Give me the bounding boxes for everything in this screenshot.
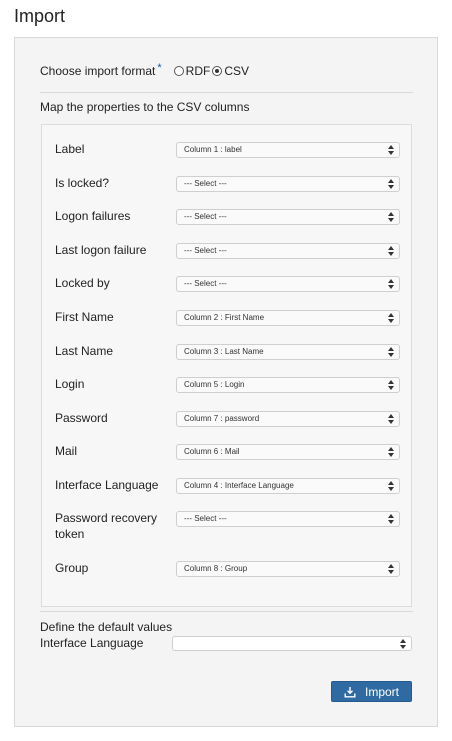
select-arrows-icon xyxy=(400,639,406,649)
column-select[interactable]: Column 8 : Group xyxy=(176,561,400,577)
select-arrows-icon xyxy=(388,564,394,574)
mapping-row-last-logon-failure: Last logon failure --- Select --- xyxy=(55,242,401,276)
select-value: --- Select --- xyxy=(184,179,227,188)
select-value: Column 2 : First Name xyxy=(184,313,265,322)
mapping-row-last-name: Last Name Column 3 : Last Name xyxy=(55,343,401,377)
select-value: --- Select --- xyxy=(184,514,227,523)
required-mark: * xyxy=(157,62,162,74)
column-select[interactable]: Column 5 : Login xyxy=(176,377,400,393)
select-value: --- Select --- xyxy=(184,212,227,221)
defaults-section-title: Define the default values xyxy=(40,620,173,634)
column-select[interactable]: Column 6 : Mail xyxy=(176,444,400,460)
column-select[interactable]: --- Select --- xyxy=(176,511,400,527)
mapping-row-login: Login Column 5 : Login xyxy=(55,376,401,410)
select-arrows-icon xyxy=(388,313,394,323)
property-label: Last logon failure xyxy=(55,243,147,257)
column-select[interactable]: Column 1 : label xyxy=(176,142,400,158)
rdf-radio[interactable] xyxy=(173,66,184,76)
column-select[interactable]: --- Select --- xyxy=(176,243,400,259)
property-label: First Name xyxy=(55,310,114,324)
property-label: Last Name xyxy=(55,344,114,358)
mapping-row-locked-by: Locked by --- Select --- xyxy=(55,275,401,309)
select-arrows-icon xyxy=(388,481,394,491)
select-value: Column 6 : Mail xyxy=(184,447,240,456)
import-button-label: Import xyxy=(364,684,399,699)
import-icon xyxy=(344,686,356,697)
page-title: Import xyxy=(14,6,66,26)
select-arrows-icon xyxy=(388,212,394,222)
column-select[interactable]: Column 2 : First Name xyxy=(176,310,400,326)
mapping-row-interface-language: Interface Language Column 4 : Interface … xyxy=(55,477,401,511)
select-arrows-icon xyxy=(388,279,394,289)
csv-radio[interactable] xyxy=(212,66,223,76)
mapping-row-first-name: First Name Column 2 : First Name xyxy=(55,309,401,343)
select-arrows-icon xyxy=(388,145,394,155)
default-interface-language-select[interactable] xyxy=(172,636,412,651)
column-select[interactable]: Column 7 : password xyxy=(176,411,400,427)
property-label: Logon failures xyxy=(55,209,131,223)
property-label: Locked by xyxy=(55,276,110,290)
default-interface-language-label: Interface Language xyxy=(40,636,144,650)
mapping-row-label: Label Column 1 : label xyxy=(55,141,401,175)
mapping-row-logon-failures: Logon failures --- Select --- xyxy=(55,208,401,242)
select-arrows-icon xyxy=(388,380,394,390)
select-arrows-icon xyxy=(388,414,394,424)
select-arrows-icon xyxy=(388,246,394,256)
property-label: Interface Language xyxy=(55,478,159,492)
column-select[interactable]: --- Select --- xyxy=(176,276,400,292)
property-label: Password xyxy=(55,411,108,425)
import-format-row: Choose import format * RDF CSV xyxy=(40,62,249,78)
select-value: Column 5 : Login xyxy=(184,380,245,389)
select-value: Column 3 : Last Name xyxy=(184,347,264,356)
divider xyxy=(40,92,413,93)
import-form-panel: Choose import format * RDF CSV Map the pr… xyxy=(14,37,438,727)
property-label: Password recovery token xyxy=(55,511,158,541)
mapping-row-password: Password Column 7 : password xyxy=(55,410,401,444)
column-select[interactable]: --- Select --- xyxy=(176,176,400,192)
column-select[interactable]: Column 3 : Last Name xyxy=(176,344,400,360)
mapping-row-mail: Mail Column 6 : Mail xyxy=(55,443,401,477)
import-format-label: Choose import format xyxy=(40,64,156,78)
select-value: --- Select --- xyxy=(184,279,227,288)
select-arrows-icon xyxy=(388,347,394,357)
property-label: Label xyxy=(55,142,85,156)
select-value: Column 4 : Interface Language xyxy=(184,481,294,490)
mapping-row-group: Group Column 8 : Group xyxy=(55,560,401,594)
rdf-radio-label: RDF xyxy=(185,64,211,78)
select-arrows-icon xyxy=(388,179,394,189)
select-value: Column 8 : Group xyxy=(184,564,248,573)
csv-radio-label: CSV xyxy=(224,64,250,78)
property-label: Mail xyxy=(55,444,78,458)
select-value: --- Select --- xyxy=(184,246,227,255)
property-label: Login xyxy=(55,377,85,391)
format-option-csv[interactable]: CSV xyxy=(212,64,249,78)
mapping-section-title: Map the properties to the CSV columns xyxy=(40,100,250,114)
column-select[interactable]: Column 4 : Interface Language xyxy=(176,478,400,494)
select-arrows-icon xyxy=(388,514,394,524)
import-button[interactable]: Import xyxy=(331,681,412,702)
format-option-rdf[interactable]: RDF xyxy=(173,64,211,78)
property-label: Group xyxy=(55,561,89,575)
column-select[interactable]: --- Select --- xyxy=(176,209,400,225)
property-label: Is locked? xyxy=(55,176,110,190)
divider xyxy=(40,611,413,612)
select-value: Column 1 : label xyxy=(184,145,242,154)
mapping-row-is-locked: Is locked? --- Select --- xyxy=(55,175,401,209)
mapping-box: Label Column 1 : label Is locked? --- Se… xyxy=(41,124,412,607)
select-arrows-icon xyxy=(388,447,394,457)
mapping-row-password-recovery-token: Password recovery token --- Select --- xyxy=(55,510,401,544)
select-value: Column 7 : password xyxy=(184,414,260,423)
